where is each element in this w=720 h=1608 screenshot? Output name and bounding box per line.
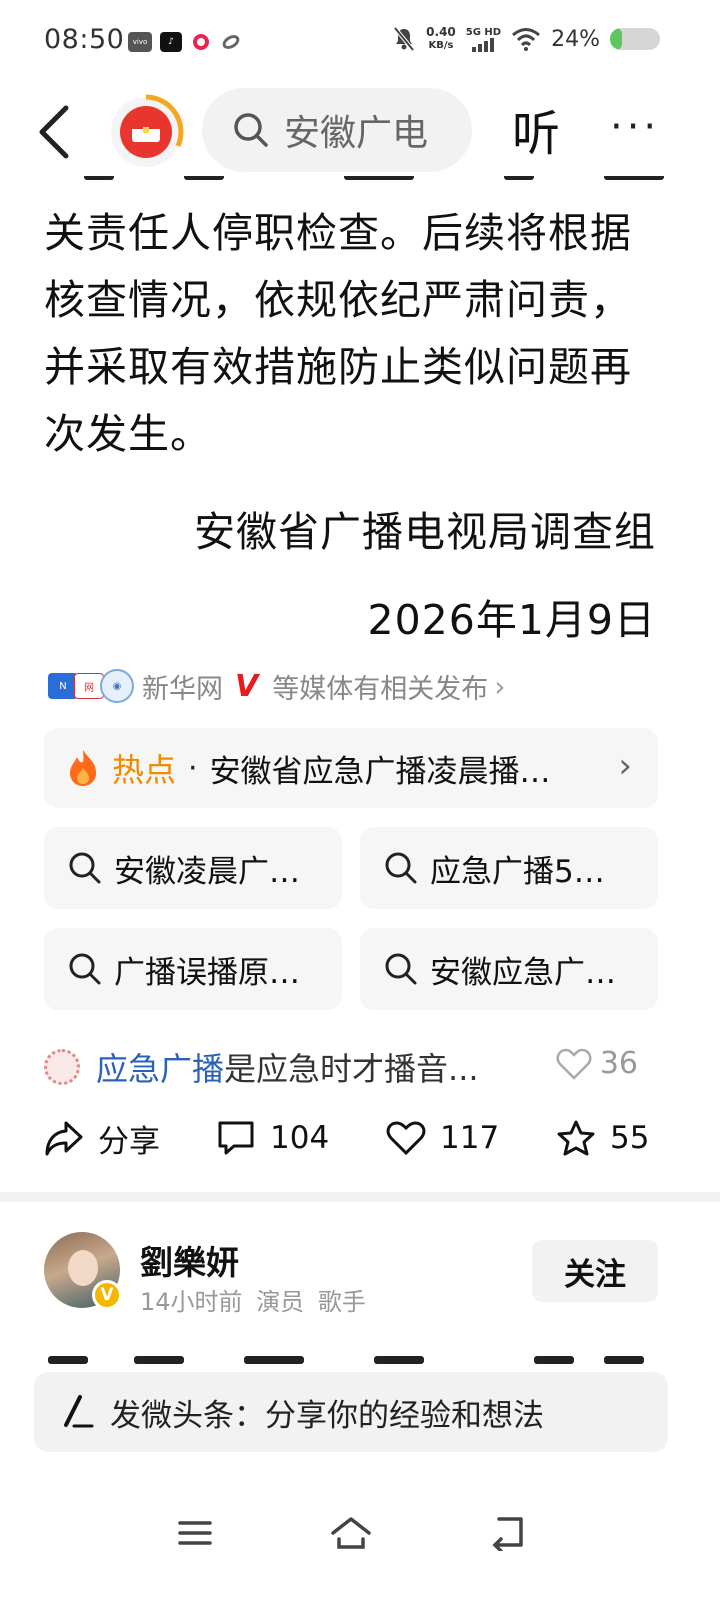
search-suggestion-chip[interactable]: 广播误播原… xyxy=(44,928,342,1010)
suggestion-label: 安徽应急广… xyxy=(430,954,616,991)
recent-apps-button[interactable] xyxy=(170,1508,220,1558)
comment-body: 是应急时才播音... xyxy=(224,1050,479,1088)
menu-icon xyxy=(178,1521,212,1545)
post-time: 14小时前 xyxy=(140,1288,243,1316)
search-icon xyxy=(385,953,417,985)
search-suggestion-chip[interactable]: 安徽凌晨广… xyxy=(44,827,342,909)
search-bar[interactable]: 安徽广电 xyxy=(202,88,472,172)
commenter-avatar xyxy=(44,1049,80,1085)
media-name: 新华网 xyxy=(142,673,223,705)
app-logo[interactable] xyxy=(108,94,184,170)
suggestion-label: 安徽凌晨广… xyxy=(114,853,300,890)
search-icon xyxy=(385,852,417,884)
comment-count: 104 xyxy=(270,1120,330,1156)
like-button[interactable]: 117 xyxy=(386,1112,499,1164)
cell-signal: 5G HD xyxy=(466,27,501,52)
toutiao-logo-icon xyxy=(111,94,184,167)
wifi-icon xyxy=(512,28,541,51)
nav-bar: 安徽广电 听 ··· xyxy=(0,88,720,176)
battery-percent: 24% xyxy=(551,26,600,52)
author-tags: 演员 歌手 xyxy=(256,1288,366,1316)
star-icon xyxy=(557,1120,595,1156)
vivo-icon: vivo xyxy=(128,32,152,52)
search-icon xyxy=(234,113,268,147)
follow-button[interactable]: 关注 xyxy=(532,1240,658,1302)
media-logos: N 网 ◉ xyxy=(48,669,134,703)
clipped-text-line xyxy=(44,176,664,190)
article-date: 2026年1月9日 xyxy=(367,596,656,644)
status-time: 08:50 xyxy=(44,24,125,55)
cell-signal-icon xyxy=(472,37,495,52)
share-label: 分享 xyxy=(98,1123,160,1160)
hot-separator: · xyxy=(188,750,198,786)
article-signature: 安徽省广播电视局调查组 xyxy=(194,508,656,556)
clipped-text-line xyxy=(44,1356,664,1366)
heart-icon xyxy=(386,1121,426,1156)
hot-topic-card[interactable]: 热点 · 安徽省应急广播凌晨播… › xyxy=(44,728,658,808)
red-app-icon xyxy=(190,32,212,52)
search-suggestion-chip[interactable]: 应急广播5… xyxy=(360,827,658,909)
hot-topic-text: 安徽省应急广播凌晨播… xyxy=(209,753,551,790)
suggestion-label: 应急广播5… xyxy=(430,853,605,890)
net-speed: 0.40 KB/s xyxy=(426,26,456,52)
favorite-button[interactable]: 55 xyxy=(556,1112,649,1164)
net-speed-unit: KB/s xyxy=(428,40,454,51)
article-body: 关责任人停职检查。后续将根据核查情况，依规依纪严肃问责，并采取有效措施防止类似问… xyxy=(44,200,664,468)
search-suggestion-chip[interactable]: 安徽应急广… xyxy=(360,928,658,1010)
comment-button[interactable]: 104 xyxy=(216,1112,329,1164)
hot-label: 热点 xyxy=(112,751,177,789)
signal-label: 5G HD xyxy=(465,26,502,38)
share-arrow-icon xyxy=(45,1121,83,1156)
back-button[interactable] xyxy=(36,102,76,162)
compose-bar[interactable]: 发微头条：分享你的经验和想法 xyxy=(34,1372,668,1452)
article-paragraph: 关责任人停职检查。后续将根据核查情况，依规依纪严肃问责，并采取有效措施防止类似问… xyxy=(44,209,632,458)
suggestion-label: 广播误播原… xyxy=(114,954,300,991)
chevron-left-icon xyxy=(39,105,69,159)
search-icon xyxy=(69,852,101,884)
author-name[interactable]: 劉樂妍 xyxy=(140,1236,239,1284)
comment-like-count: 36 xyxy=(599,1046,638,1081)
net-speed-value: 0.40 xyxy=(426,25,456,39)
comment-text: 应急广播是应急时才播音... xyxy=(96,1044,479,1090)
top-comment-preview[interactable]: 应急广播是应急时才播音... 36 xyxy=(44,1042,664,1092)
system-navigation-bar xyxy=(0,1470,720,1608)
verified-badge-icon: V xyxy=(92,1280,122,1310)
home-icon xyxy=(331,1517,371,1549)
heart-icon xyxy=(556,1048,592,1080)
status-app-icons: vivo ♪ xyxy=(128,32,242,52)
author-meta: 14小时前 演员 歌手 xyxy=(140,1282,366,1317)
chevron-right-icon: › xyxy=(618,746,632,786)
verified-mark-icon: V xyxy=(235,668,259,704)
pen-icon xyxy=(64,1395,94,1428)
system-back-button[interactable] xyxy=(482,1508,532,1558)
status-bar: 08:50 vivo ♪ 0.40 KB/s 5G HD 24% xyxy=(0,0,720,88)
share-button[interactable]: 分享 xyxy=(44,1112,160,1164)
comment-keyword-link[interactable]: 应急广播 xyxy=(96,1050,224,1088)
mute-bell-icon xyxy=(393,26,415,52)
battery-icon xyxy=(610,28,660,50)
search-text: 安徽广电 xyxy=(284,113,429,154)
media-rest-text: 等媒体有相关发布 xyxy=(272,673,489,705)
media-logo-icon: ◉ xyxy=(100,669,134,703)
home-button[interactable] xyxy=(326,1508,376,1558)
return-arrow-icon xyxy=(492,1517,523,1551)
section-divider xyxy=(0,1192,720,1202)
status-right: 0.40 KB/s 5G HD 24% xyxy=(392,26,660,52)
comment-bubble-icon xyxy=(218,1121,254,1155)
like-count: 117 xyxy=(440,1120,500,1156)
flame-icon xyxy=(70,750,96,786)
compose-placeholder: 发微头条：分享你的经验和想法 xyxy=(110,1397,544,1434)
search-icon xyxy=(69,953,101,985)
media-sources-row[interactable]: N 网 ◉ 新华网 V 等媒体有相关发布 › xyxy=(48,664,505,708)
tiktok-icon: ♪ xyxy=(160,32,182,52)
more-button[interactable]: ··· xyxy=(610,104,660,150)
chevron-right-icon: › xyxy=(494,669,506,703)
ring-app-icon xyxy=(220,32,242,52)
comment-like-button[interactable]: 36 xyxy=(556,1046,638,1081)
listen-button[interactable]: 听 xyxy=(512,94,560,164)
favorite-count: 55 xyxy=(610,1120,650,1156)
